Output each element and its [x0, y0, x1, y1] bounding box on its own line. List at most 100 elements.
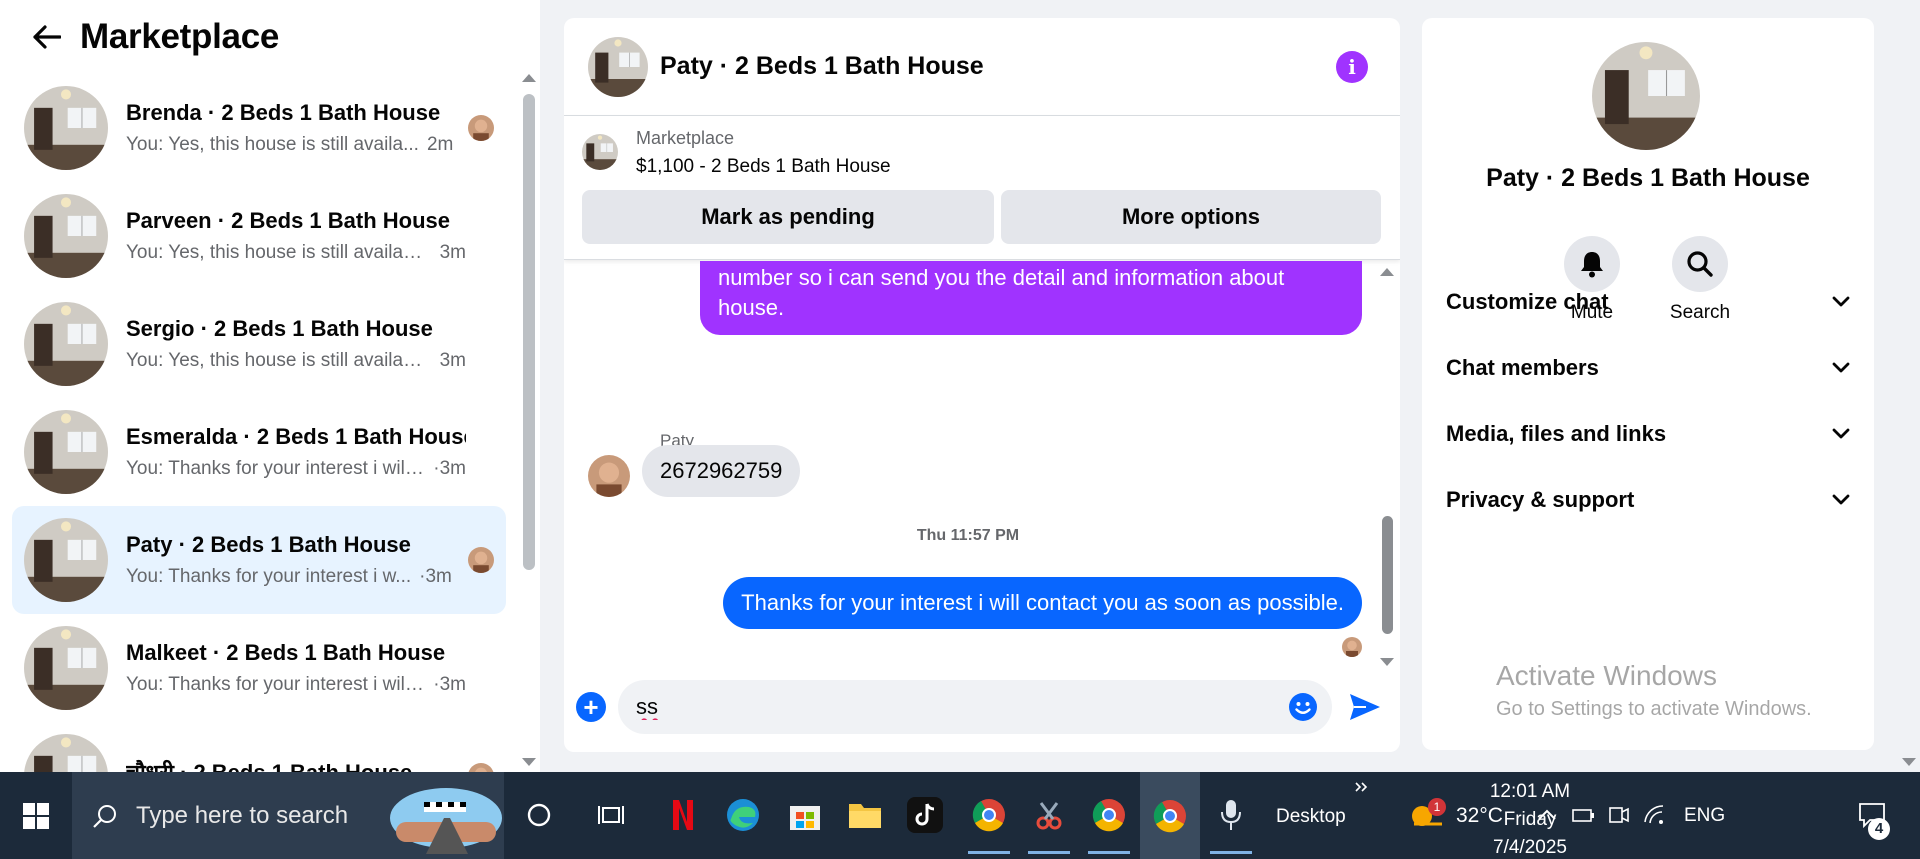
back-arrow-icon[interactable]: [30, 20, 64, 54]
conversation-name: Brenda · 2 Beds 1 Bath House: [126, 100, 441, 125]
conversation-item-brenda[interactable]: Brenda · 2 Beds 1 Bath House You: Yes, t…: [12, 74, 506, 182]
chat-title[interactable]: Paty · 2 Beds 1 Bath House: [660, 52, 984, 81]
conversation-time: 3m: [439, 242, 466, 263]
conversation-sidebar: Marketplace Brenda · 2 Beds 1 Bath House…: [0, 0, 540, 772]
listing-avatar: [24, 302, 108, 386]
sender-avatar: [588, 455, 630, 497]
media-files-links-section[interactable]: Media, files and links: [1446, 414, 1850, 454]
listing-avatar: [24, 518, 108, 602]
wifi-icon[interactable]: [1642, 802, 1668, 828]
chat-scrollbar[interactable]: [1380, 268, 1394, 666]
message-timestamp: Thu 11:57 PM: [916, 527, 1020, 544]
conversation-time: ·3m: [419, 566, 452, 587]
microphone-icon[interactable]: [1206, 790, 1256, 854]
watermark-title: Activate Windows: [1496, 660, 1717, 691]
chat-avatar[interactable]: [588, 36, 648, 97]
task-view-icon[interactable]: [586, 790, 636, 840]
listing-price-title[interactable]: $1,100 - 2 Beds 1 Bath House: [636, 156, 891, 178]
conversation-name: Sergio · 2 Beds 1 Bath House: [126, 316, 433, 341]
chevron-down-icon: [1832, 362, 1850, 373]
scrollbar-thumb[interactable]: [523, 94, 535, 570]
conversation-name: Malkeet · 2 Beds 1 Bath House: [126, 640, 446, 665]
conversation-item-esmeralda[interactable]: Esmeralda · 2 Beds 1 Bath House You: Tha…: [12, 398, 506, 506]
language-indicator[interactable]: ENG: [1684, 805, 1725, 827]
message-input-wrapper: [618, 680, 1332, 734]
privacy-support-section[interactable]: Privacy & support: [1446, 480, 1850, 520]
watermark-subtitle: Go to Settings to activate Windows.: [1496, 698, 1812, 720]
info-avatar: [1592, 42, 1700, 150]
listing-thumbnail[interactable]: [582, 134, 618, 170]
conversation-name: Esmeralda · 2 Beds 1 Bath House: [126, 424, 466, 449]
sidebar-header: Marketplace: [0, 0, 540, 74]
listing-avatar: [24, 734, 108, 772]
message-input[interactable]: [636, 680, 1256, 734]
weather-icon[interactable]: [1402, 790, 1452, 840]
chrome-icon[interactable]: [964, 790, 1014, 854]
meet-now-icon[interactable]: [1606, 802, 1632, 828]
cortana-icon[interactable]: [514, 790, 564, 840]
snipping-tool-icon[interactable]: [1024, 790, 1074, 854]
page-title: Marketplace: [80, 17, 280, 56]
chrome-profile-icon[interactable]: [1084, 790, 1134, 854]
scroll-down-icon[interactable]: [522, 758, 536, 766]
clock-time: 12:01 AM: [1489, 781, 1571, 802]
edge-icon[interactable]: [718, 790, 768, 840]
taskbar-clock[interactable]: 12:01 AM Friday 7/4/2025: [1470, 778, 1590, 859]
incoming-message: 2672962759: [642, 445, 801, 497]
listing-avatar: [24, 626, 108, 710]
outgoing-message: number so i can send you the detail and …: [700, 261, 1362, 335]
file-explorer-icon[interactable]: [840, 790, 890, 840]
scroll-down-icon[interactable]: [1902, 758, 1916, 766]
chat-panel: Paty · 2 Beds 1 Bath House i Marketplace…: [564, 18, 1400, 752]
conversation-list: Brenda · 2 Beds 1 Bath House You: Yes, t…: [12, 74, 506, 772]
conversation-item-sergio[interactable]: Sergio · 2 Beds 1 Bath House You: Yes, t…: [12, 290, 506, 398]
section-label: Media, files and links: [1446, 421, 1667, 446]
scrollbar-thumb[interactable]: [1382, 516, 1393, 634]
seen-avatar: [468, 547, 494, 573]
sidebar-scrollbar[interactable]: [522, 74, 536, 766]
mark-as-pending-button[interactable]: Mark as pending: [582, 190, 994, 244]
microsoft-store-icon[interactable]: [780, 790, 830, 840]
desktop-toolbar-label[interactable]: Desktop: [1276, 806, 1346, 828]
page-scrollbar[interactable]: [1898, 0, 1920, 772]
conversation-item-malkeet[interactable]: Malkeet · 2 Beds 1 Bath House You: Thank…: [12, 614, 506, 722]
chat-header: Paty · 2 Beds 1 Bath House i: [564, 18, 1400, 116]
conversation-time: ·3m: [433, 458, 466, 479]
plus-icon[interactable]: +: [576, 692, 606, 722]
seen-avatar: [468, 763, 494, 772]
emoji-icon[interactable]: [1288, 692, 1318, 722]
conversation-name: Paty · 2 Beds 1 Bath House: [126, 532, 411, 557]
section-label: Customize chat: [1446, 289, 1609, 314]
scroll-down-icon[interactable]: [1380, 658, 1394, 666]
chat-members-section[interactable]: Chat members: [1446, 348, 1850, 388]
info-name: Paty · 2 Beds 1 Bath House: [1486, 164, 1810, 192]
conversation-item-parveen[interactable]: Parveen · 2 Beds 1 Bath House You: Yes, …: [12, 182, 506, 290]
chevron-double-right-icon[interactable]: [1336, 772, 1386, 802]
scroll-up-icon[interactable]: [1380, 268, 1394, 276]
chrome-active-icon[interactable]: [1140, 772, 1200, 859]
customize-chat-section[interactable]: Customize chat: [1446, 282, 1850, 322]
info-icon[interactable]: i: [1336, 51, 1368, 83]
netflix-icon[interactable]: [658, 790, 708, 840]
tiktok-icon[interactable]: [900, 790, 950, 840]
windows-start-icon[interactable]: [0, 772, 72, 859]
message-composer: +: [564, 678, 1400, 738]
listing-avatar: [24, 194, 108, 278]
conversation-item-paty[interactable]: Paty · 2 Beds 1 Bath House You: Thanks f…: [12, 506, 506, 614]
seen-avatar: [468, 115, 494, 141]
scroll-up-icon[interactable]: [522, 74, 536, 82]
outgoing-message: Thanks for your interest i will contact …: [723, 577, 1362, 629]
search-highlight-image: [390, 788, 502, 854]
clock-date: 7/4/2025: [1493, 837, 1567, 858]
more-options-button[interactable]: More options: [1001, 190, 1381, 244]
taskbar-search-box[interactable]: Type here to search: [72, 772, 504, 859]
listing-source: Marketplace: [636, 128, 735, 148]
message-thread: number so i can send you the detail and …: [564, 261, 1400, 666]
send-icon[interactable]: [1348, 692, 1382, 722]
conversation-name: चौधरी · 2 Beds 1 Bath House: [126, 757, 466, 772]
conversation-item-chaudhary[interactable]: चौधरी · 2 Beds 1 Bath House: [12, 722, 506, 772]
conversation-info-panel: Paty · 2 Beds 1 Bath House Mute Search C…: [1422, 18, 1874, 750]
listing-card: Marketplace $1,100 - 2 Beds 1 Bath House…: [564, 116, 1400, 260]
clock-day: Friday: [1503, 809, 1557, 830]
conversation-snippet: You: Thanks for your interest i w...: [126, 566, 412, 587]
